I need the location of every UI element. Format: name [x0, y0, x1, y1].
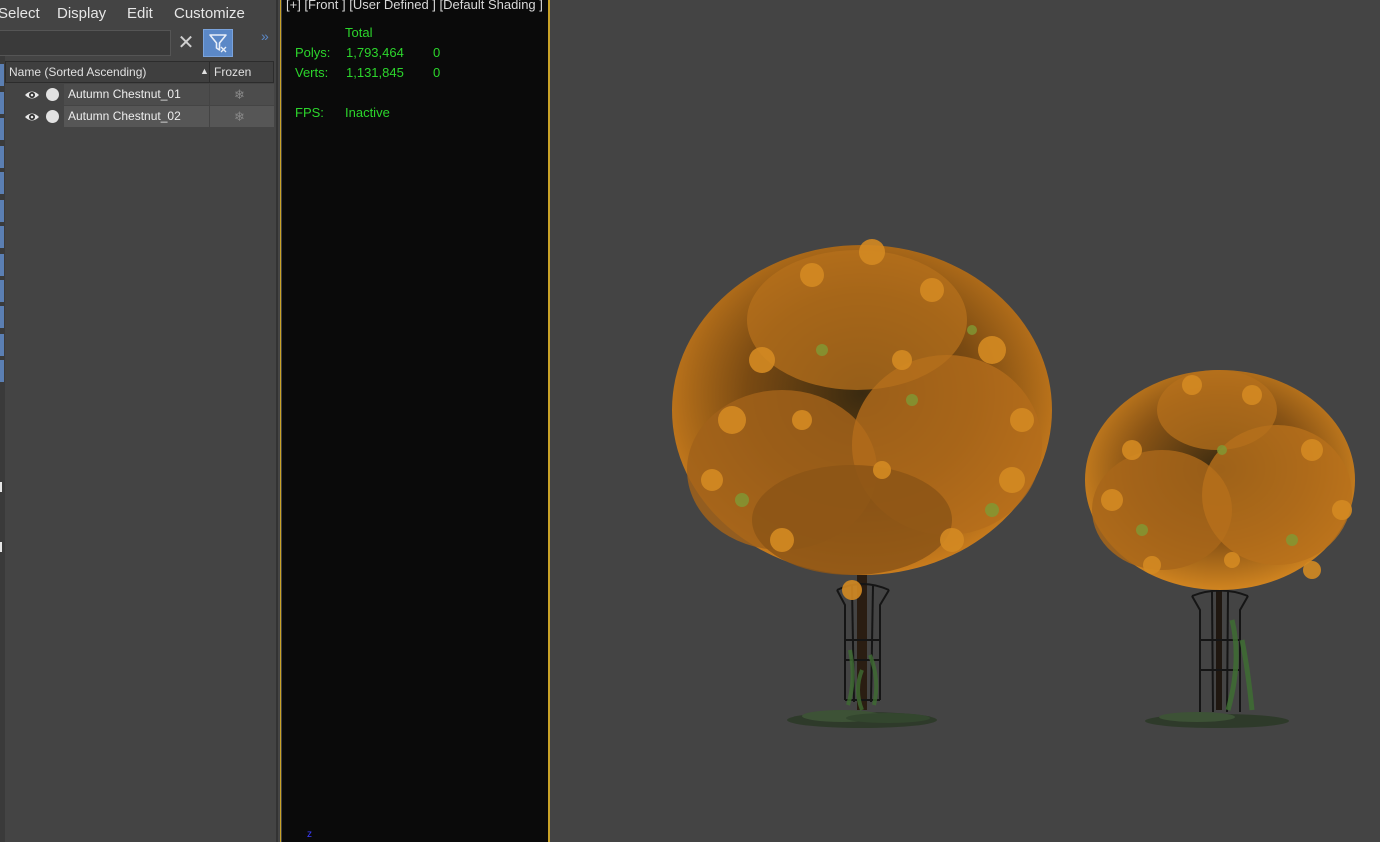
strip-button[interactable] — [0, 360, 4, 382]
column-header-frozen[interactable]: Frozen — [214, 65, 251, 79]
strip-marker — [0, 482, 2, 492]
stats-verts-label: Verts: — [295, 65, 329, 80]
strip-button[interactable] — [0, 118, 4, 140]
menu-bar: Select Display Edit Customize — [0, 0, 278, 28]
stats-polys-label: Polys: — [295, 45, 331, 60]
frozen-cell[interactable]: ❄ — [210, 106, 274, 127]
stats-verts-total: 1,131,845 — [346, 65, 404, 80]
render-toggle-icon[interactable] — [46, 88, 59, 101]
table-row[interactable]: Autumn Chestnut_02 ❄ — [15, 106, 274, 128]
search-input[interactable] — [0, 30, 171, 56]
snowflake-icon[interactable]: ❄ — [234, 87, 245, 102]
strip-marker — [0, 542, 2, 552]
strip-button[interactable] — [0, 306, 4, 328]
tree-autumn-chestnut-02[interactable] — [1085, 370, 1355, 728]
table-row[interactable]: Autumn Chestnut_01 ❄ — [15, 84, 274, 106]
menu-display[interactable]: Display — [57, 5, 106, 22]
snowflake-icon[interactable]: ❄ — [234, 109, 245, 124]
strip-button[interactable] — [0, 172, 4, 194]
filter-icon — [209, 34, 227, 53]
object-name: Autumn Chestnut_02 — [68, 109, 181, 123]
strip-button[interactable] — [0, 280, 4, 302]
viewport-active-border — [280, 0, 281, 842]
stats-fps-label: FPS: — [295, 105, 324, 120]
expand-icon[interactable]: » — [261, 28, 269, 44]
eye-icon[interactable] — [24, 88, 40, 102]
filter-button[interactable] — [203, 29, 233, 57]
stats-polys-selected: 0 — [433, 45, 441, 60]
stats-header: Total — [345, 25, 373, 40]
sort-ascending-icon: ▲ — [200, 66, 209, 76]
render-toggle-icon[interactable] — [46, 110, 59, 123]
axis-z-label: z — [307, 829, 312, 840]
strip-button[interactable] — [0, 200, 4, 222]
viewport-active-border — [548, 0, 550, 842]
viewport-stats-pane — [282, 0, 550, 842]
menu-customize[interactable]: Customize — [174, 5, 245, 22]
strip-button[interactable] — [0, 334, 4, 356]
column-divider[interactable] — [209, 62, 210, 82]
name-cell[interactable]: Autumn Chestnut_01 — [64, 84, 209, 105]
frozen-cell[interactable]: ❄ — [210, 84, 274, 105]
menu-edit[interactable]: Edit — [127, 5, 153, 22]
explorer-table-header: Name (Sorted Ascending) ▲ Frozen — [5, 61, 274, 83]
scene-explorer-panel: Select Display Edit Customize ✕ » Name (… — [0, 0, 278, 842]
eye-icon[interactable] — [24, 110, 40, 124]
close-icon[interactable]: ✕ — [175, 31, 197, 55]
name-cell[interactable]: Autumn Chestnut_02 — [64, 106, 209, 127]
viewport-label[interactable]: [+] [Front ] [User Defined ] [Default Sh… — [286, 0, 543, 12]
toolbar-strip — [0, 56, 5, 842]
scene-render[interactable] — [552, 0, 1380, 842]
tree-autumn-chestnut-01[interactable] — [672, 239, 1052, 728]
column-header-name[interactable]: Name (Sorted Ascending) — [9, 65, 146, 79]
stats-polys-total: 1,793,464 — [346, 45, 404, 60]
menu-select[interactable]: Select — [0, 5, 40, 22]
stats-verts-selected: 0 — [433, 65, 441, 80]
strip-button[interactable] — [0, 92, 4, 114]
viewport[interactable]: [+] [Front ] [User Defined ] [Default Sh… — [278, 0, 1380, 842]
strip-button[interactable] — [0, 146, 4, 168]
object-name: Autumn Chestnut_01 — [68, 87, 181, 101]
strip-button[interactable] — [0, 64, 4, 86]
stats-fps-value: Inactive — [345, 105, 390, 120]
strip-button[interactable] — [0, 254, 4, 276]
strip-button[interactable] — [0, 226, 4, 248]
